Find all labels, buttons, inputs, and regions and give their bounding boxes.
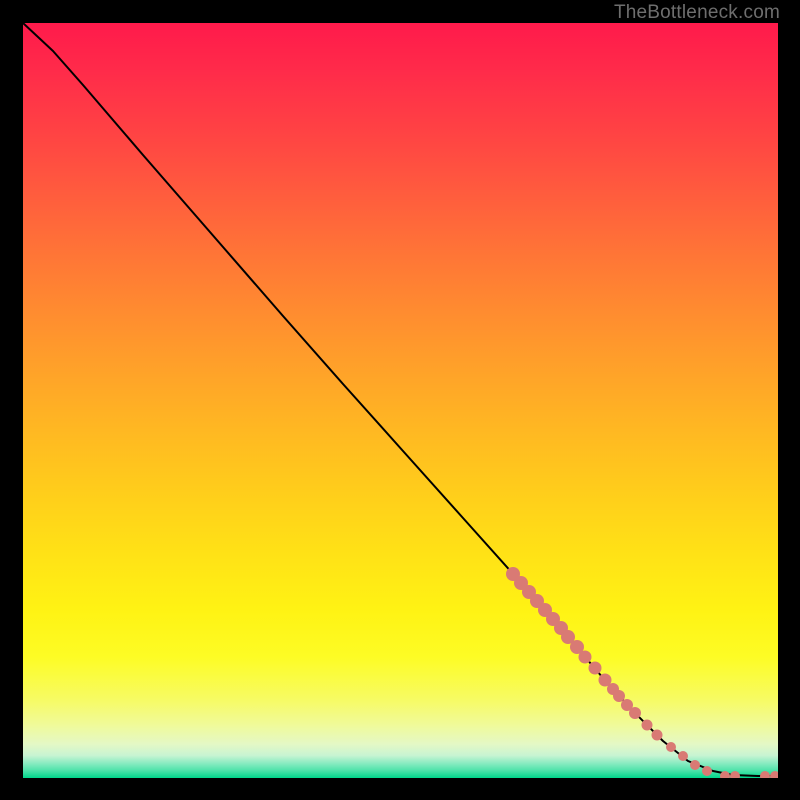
main-curve	[23, 23, 778, 776]
data-marker	[613, 690, 625, 702]
data-marker	[770, 771, 778, 778]
data-markers	[506, 567, 778, 778]
data-marker	[730, 771, 740, 778]
data-marker	[579, 651, 592, 664]
data-marker	[702, 766, 712, 776]
plot-area	[23, 23, 778, 778]
data-marker	[690, 760, 700, 770]
data-marker	[666, 742, 676, 752]
data-marker	[642, 720, 653, 731]
chart-overlay	[23, 23, 778, 778]
chart-stage: TheBottleneck.com	[0, 0, 800, 800]
data-marker	[678, 751, 688, 761]
data-marker	[589, 662, 602, 675]
watermark-text: TheBottleneck.com	[614, 2, 780, 24]
data-marker	[652, 730, 663, 741]
data-marker	[629, 707, 641, 719]
data-marker	[760, 771, 770, 778]
